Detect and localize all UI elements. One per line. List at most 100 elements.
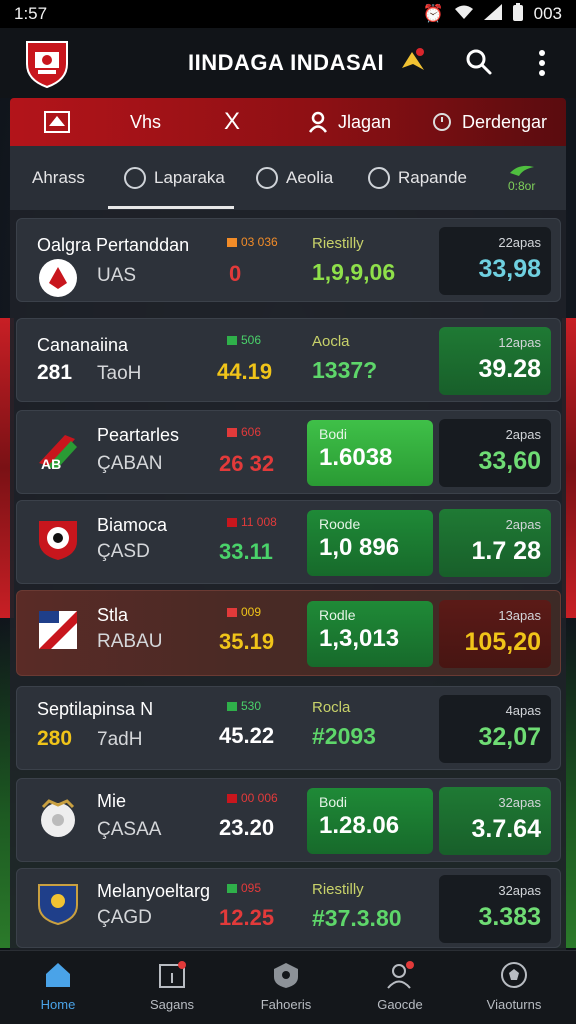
market-label: Bodi — [319, 794, 348, 810]
market-box[interactable]: Bodi 1.28.06 — [307, 788, 433, 854]
nav-gaocde[interactable]: Gaocde — [352, 961, 448, 1012]
team-name: Mie — [97, 791, 127, 811]
tab-label: Ahrass — [32, 168, 85, 187]
team-crest-icon — [38, 884, 78, 925]
tab-label: Laparaka — [154, 168, 225, 187]
match-score: 26 32 — [219, 451, 275, 476]
menu-item-flag[interactable] — [44, 111, 70, 133]
market-label: Rocla — [312, 699, 351, 716]
match-score: 33.11 — [219, 539, 273, 564]
odds-label: 4apas — [505, 703, 541, 718]
match-card[interactable]: Biamoca ÇASD 11 008 33.11 Roode 1,0 896 … — [16, 500, 561, 584]
team-code: ÇAGD — [97, 907, 152, 928]
market-value: 1.28.06 — [319, 812, 400, 839]
wifi-icon — [454, 4, 474, 25]
team-name: Cananaiina — [37, 335, 129, 355]
market-label: Aocla — [312, 333, 350, 350]
odds-label: 13apas — [498, 608, 541, 623]
team-name: Stla — [97, 605, 129, 625]
menu-label: Derdengar — [462, 111, 548, 132]
match-card-highlighted[interactable]: Stla RABAU 009 35.19 Rodle 1,3,013 13apa… — [16, 590, 561, 676]
team-code: UAS — [97, 265, 137, 286]
odds-box[interactable]: 4apas 32,07 — [439, 695, 551, 763]
menu-label: Jlagan — [338, 111, 392, 132]
club-logo-icon[interactable] — [24, 38, 70, 89]
team-code: TaoH — [97, 363, 142, 384]
odds-value: 33,98 — [478, 255, 541, 283]
market-value: 1,3,013 — [319, 625, 400, 652]
odds-box[interactable]: 32apas 3.383 — [439, 875, 551, 943]
menu-item-x[interactable]: X — [224, 108, 240, 136]
market-value: #37.3.80 — [312, 905, 402, 931]
menu-item-jlagan[interactable]: Jlagan — [308, 111, 391, 133]
market-label: Bodi — [319, 426, 348, 442]
market-box[interactable]: Rodle 1,3,013 — [307, 601, 433, 667]
match-card[interactable]: Oalgra Pertanddan UAS 03 036 0 Riestilly… — [16, 218, 561, 302]
odds-box[interactable]: 22apas 33,98 — [439, 227, 551, 295]
match-card[interactable]: Cananaiina 281 TaoH 506 44.19 Aocla 1337… — [16, 318, 561, 402]
nav-label: Viaoturns — [486, 997, 542, 1012]
nav-fahoeris[interactable]: Fahoeris — [238, 961, 334, 1012]
odds-box[interactable]: 2apas 33,60 — [439, 419, 551, 487]
tab-ahrass[interactable]: Ahrass — [32, 146, 85, 210]
odds-label: 22apas — [498, 235, 541, 250]
menu-item-vhs[interactable]: Vhs — [130, 112, 161, 133]
nav-home[interactable]: Home — [10, 961, 106, 1012]
market-label: Rodle — [319, 607, 356, 623]
tab-bar: Ahrass Laparaka Aeolia Rapande 0:8or — [10, 146, 566, 210]
active-tab-indicator — [108, 206, 234, 209]
market-value: 1337? — [312, 357, 378, 383]
match-card[interactable]: Mie ÇASAA 00 006 23.20 Bodi 1.28.06 32ap… — [16, 778, 561, 862]
odds-label: 2apas — [505, 427, 541, 442]
tab-rapande[interactable]: Rapande — [368, 146, 467, 210]
odds-box[interactable]: 12apas 39.28 — [439, 327, 551, 395]
odds-badge: 506 — [227, 333, 261, 347]
odds-value: 3.383 — [478, 903, 541, 931]
nav-sagans[interactable]: Sagans — [124, 961, 220, 1012]
match-card[interactable]: Peartarles AB ÇABAN 606 26 32 Bodi 1.603… — [16, 410, 561, 494]
market-box[interactable]: Roode 1,0 896 — [307, 510, 433, 576]
menu-item-derdengar[interactable]: Derdengar — [432, 112, 547, 133]
trophy-icon[interactable] — [398, 46, 428, 76]
app-bar: IINDAGA INDASAI — [0, 28, 576, 98]
market-value: 1,9,9,06 — [312, 259, 396, 285]
odds-box[interactable]: 2apas 1.7 28 — [439, 509, 551, 577]
nav-label: Home — [40, 997, 76, 1012]
team-name: Oalgra Pertanddan — [37, 235, 190, 255]
circle-icon — [256, 167, 278, 189]
odds-label: 32apas — [498, 795, 541, 810]
battery-text: 003 — [533, 4, 562, 23]
status-bar: 1:57 ⏰ 003 — [0, 0, 576, 28]
tab-aeolia[interactable]: Aeolia — [256, 146, 333, 210]
team-code: ÇASAA — [97, 819, 162, 840]
more-menu-icon[interactable] — [532, 48, 552, 78]
market-box[interactable]: Bodi 1.6038 — [307, 420, 433, 486]
match-score: 45.22 — [219, 723, 275, 748]
market-value: 1.6038 — [319, 444, 393, 471]
odds-badge: 530 — [227, 699, 261, 713]
user-icon — [387, 961, 414, 989]
search-icon[interactable] — [465, 48, 493, 76]
menu-label: Vhs — [130, 111, 162, 132]
signal-icon — [483, 3, 502, 25]
odds-label: 12apas — [498, 335, 541, 350]
match-card[interactable]: Melanyoeltarg ÇAGD 095 12.25 Riestilly #… — [16, 868, 561, 948]
nav-label: Sagans — [149, 997, 195, 1012]
odds-value: 105,20 — [464, 628, 541, 656]
odds-badge: 03 036 — [227, 235, 278, 249]
odds-box[interactable]: 32apas 3.7.64 — [439, 787, 551, 855]
ball-icon — [501, 962, 527, 988]
tab-odds[interactable]: 0:8or — [508, 146, 535, 210]
app-title: IINDAGA INDASAI — [188, 50, 385, 75]
tab-laparaka[interactable]: Laparaka — [124, 146, 225, 210]
odds-label: 32apas — [498, 883, 541, 898]
odds-box[interactable]: 13apas 105,20 — [439, 600, 551, 668]
nav-viaoturns[interactable]: Viaoturns — [466, 961, 562, 1012]
team-sub-score: 281 — [37, 361, 73, 384]
tab-label: 0:8or — [508, 179, 536, 193]
nav-label: Gaocde — [377, 997, 423, 1012]
team-name: Septilapinsa N — [37, 699, 154, 719]
match-card[interactable]: Septilapinsa N 280 7adH 530 45.22 Rocla … — [16, 686, 561, 770]
bird-icon — [509, 165, 534, 176]
match-score: 23.20 — [219, 815, 275, 840]
